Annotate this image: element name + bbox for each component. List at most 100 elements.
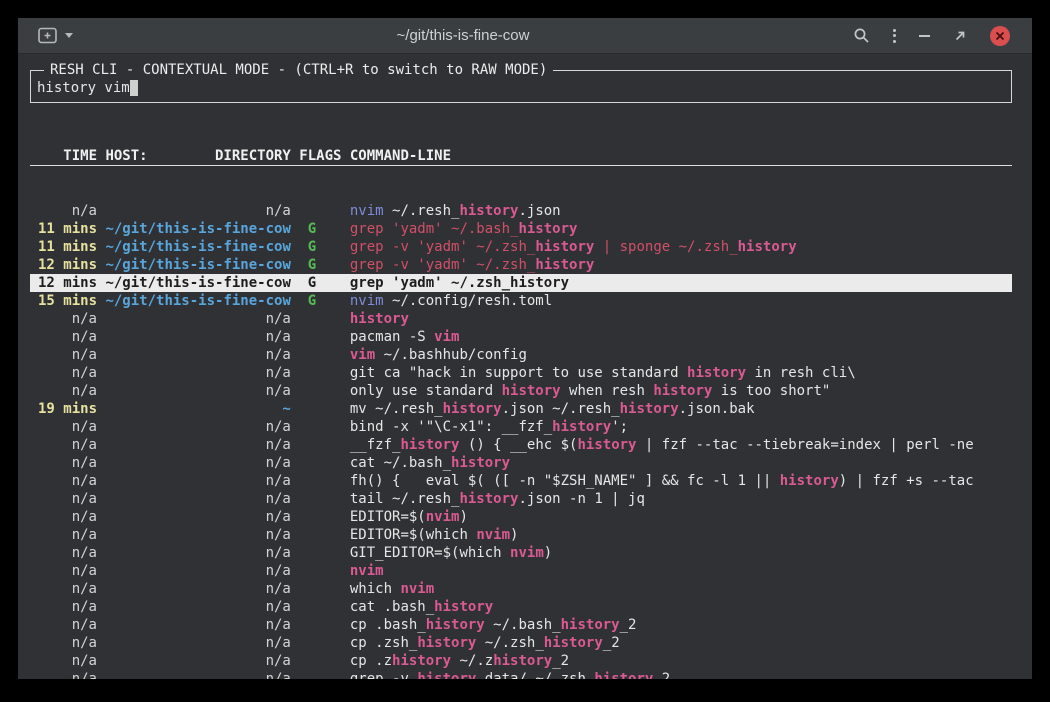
table-row[interactable]: n/a n/a cp .bash_history ~/.bash_history… <box>30 616 1012 634</box>
table-row[interactable]: n/a n/a pacman -S vim <box>30 328 1012 346</box>
table-row[interactable]: n/a n/a tail ~/.resh_history.json -n 1 |… <box>30 490 1012 508</box>
command-segment: nvim <box>510 545 544 561</box>
command-segment: __fzf_ <box>350 437 401 453</box>
row-host-directory: n/a <box>105 544 290 562</box>
table-row[interactable]: n/a n/a only use standard history when r… <box>30 382 1012 400</box>
command-segment: fh() { eval $( ([ -n "$ZSH_NAME" ] && fc… <box>350 473 780 489</box>
table-row[interactable]: n/a n/a cat ~/.bash_history <box>30 454 1012 472</box>
command-segment: _2 <box>552 653 569 669</box>
row-time: n/a <box>38 544 97 562</box>
command-segment: mv ~/.resh_ <box>350 401 443 417</box>
table-row[interactable]: 11 mins ~/git/this-is-fine-cow G grep -v… <box>30 238 1012 256</box>
table-row[interactable]: 15 mins ~/git/this-is-fine-cow G nvim ~/… <box>30 292 1012 310</box>
row-command: grep -v history_data/ ~/.zsh_history_2 <box>350 671 670 679</box>
table-row[interactable]: n/a n/a which nvim <box>30 580 1012 598</box>
row-time: n/a <box>38 508 97 526</box>
row-time: n/a <box>38 472 97 490</box>
command-segment: .json ~/.resh_ <box>502 401 620 417</box>
command-segment: () { __ehc $( <box>459 437 577 453</box>
table-row[interactable]: n/a n/a __fzf_history () { __ehc $(histo… <box>30 436 1012 454</box>
table-rows: n/a n/a nvim ~/.resh_history.json11 mins… <box>30 202 1012 679</box>
row-command: which nvim <box>350 581 434 597</box>
table-row[interactable]: n/a n/a history <box>30 310 1012 328</box>
row-time: n/a <box>38 328 97 346</box>
command-segment: cp .zsh_ <box>350 635 417 651</box>
menu-kebab-icon[interactable] <box>893 29 896 43</box>
table-row[interactable]: n/a n/a vim ~/.bashhub/config <box>30 346 1012 364</box>
table-row[interactable]: n/a n/a grep -v history_data/ ~/.zsh_his… <box>30 670 1012 679</box>
command-segment: _data/ ~/.zsh_ <box>476 671 594 679</box>
header-flags: FLAGS <box>299 147 341 165</box>
command-segment: history <box>620 401 679 417</box>
row-host-directory: n/a <box>105 472 290 490</box>
row-time: 19 mins <box>38 400 97 418</box>
row-host-directory: n/a <box>105 490 290 508</box>
table-row[interactable]: n/a n/a cat .bash_history <box>30 598 1012 616</box>
header-command-line: COMMAND-LINE <box>350 148 451 164</box>
command-segment: pacman -S <box>350 329 434 345</box>
row-command: cp .zsh_history ~/.zsh_history_2 <box>350 635 620 651</box>
table-row[interactable]: n/a n/a nvim ~/.resh_history.json <box>30 202 1012 220</box>
row-host-directory: n/a <box>105 364 290 382</box>
command-segment: | fzf --tac --tiebreak=index | perl -ne <box>637 437 974 453</box>
command-segment: history <box>502 383 561 399</box>
table-row[interactable]: n/a n/a bind -x '"\C-x1": __fzf_history'… <box>30 418 1012 436</box>
row-command: cat .bash_history <box>350 599 493 615</box>
command-segment: | sponge ~/.zsh_ <box>594 239 737 255</box>
table-row[interactable]: n/a n/a cp .zsh_history ~/.zsh_history_2 <box>30 634 1012 652</box>
command-segment: ~/.bash_ <box>485 617 561 633</box>
command-segment: vim <box>434 329 459 345</box>
table-row[interactable]: n/a n/a fh() { eval $( ([ -n "$ZSH_NAME"… <box>30 472 1012 490</box>
row-time: n/a <box>38 364 97 382</box>
new-tab-icon[interactable] <box>38 27 58 44</box>
row-host-directory: n/a <box>105 328 290 346</box>
table-row[interactable]: 11 mins ~/git/this-is-fine-cow G grep 'y… <box>30 220 1012 238</box>
command-segment: history <box>535 257 594 273</box>
command-segment: only use standard <box>350 383 502 399</box>
table-row[interactable]: 12 mins ~/git/this-is-fine-cow G grep -v… <box>30 256 1012 274</box>
command-segment: in resh cli\ <box>746 365 856 381</box>
command-segment: is too short" <box>712 383 830 399</box>
row-host-directory: n/a <box>105 508 290 526</box>
command-segment: which <box>350 581 401 597</box>
command-segment: ~/.config/resh.toml <box>384 293 553 309</box>
maximize-icon[interactable] <box>953 29 967 43</box>
search-input-line[interactable]: history vim <box>37 79 1005 97</box>
search-input[interactable]: history vim <box>37 80 130 96</box>
table-row[interactable]: n/a n/a git ca "hack in support to use s… <box>30 364 1012 382</box>
command-segment: history <box>577 437 636 453</box>
table-row[interactable]: n/a n/a nvim <box>30 562 1012 580</box>
command-segment: history <box>493 653 552 669</box>
command-segment: nvim <box>476 527 510 543</box>
command-segment: nvim <box>350 203 384 219</box>
command-segment: history <box>392 653 451 669</box>
command-segment: cp .bash_ <box>350 617 426 633</box>
close-icon[interactable] <box>990 26 1010 46</box>
table-row[interactable]: n/a n/a EDITOR=$(nvim) <box>30 508 1012 526</box>
row-host-directory: n/a <box>105 346 290 364</box>
command-segment: ) | fzf +s --tac <box>839 473 974 489</box>
row-flags: G <box>299 292 341 310</box>
command-segment: history <box>552 419 611 435</box>
table-header: TIME HOST:DIRECTORY FLAGS COMMAND-LINE <box>30 147 1012 166</box>
minimize-icon[interactable] <box>919 35 930 37</box>
command-segment: history <box>459 203 518 219</box>
command-segment: _2 <box>603 635 620 651</box>
search-icon[interactable] <box>853 27 870 44</box>
table-row[interactable]: n/a n/a cp .zhistory ~/.zhistory_2 <box>30 652 1012 670</box>
row-host-directory: ~/git/this-is-fine-cow <box>105 292 290 310</box>
table-row[interactable]: 19 mins ~ mv ~/.resh_history.json ~/.res… <box>30 400 1012 418</box>
chevron-down-icon[interactable] <box>65 33 73 38</box>
window-title: ~/git/this-is-fine-cow <box>73 27 853 44</box>
row-command: cat ~/.bash_history <box>350 455 510 471</box>
command-segment: grep -v <box>350 671 417 679</box>
command-segment: nvim <box>350 563 384 579</box>
search-box-title: RESH CLI - CONTEXTUAL MODE - (CTRL+R to … <box>44 61 553 79</box>
table-row-selected[interactable]: 12 mins ~/git/this-is-fine-cow G grep 'y… <box>30 274 1012 292</box>
row-time: 11 mins <box>38 238 97 256</box>
command-segment: cp .z <box>350 653 392 669</box>
table-row[interactable]: n/a n/a EDITOR=$(which nvim) <box>30 526 1012 544</box>
row-host-directory: n/a <box>105 634 290 652</box>
table-row[interactable]: n/a n/a GIT_EDITOR=$(which nvim) <box>30 544 1012 562</box>
row-host-directory: n/a <box>105 652 290 670</box>
